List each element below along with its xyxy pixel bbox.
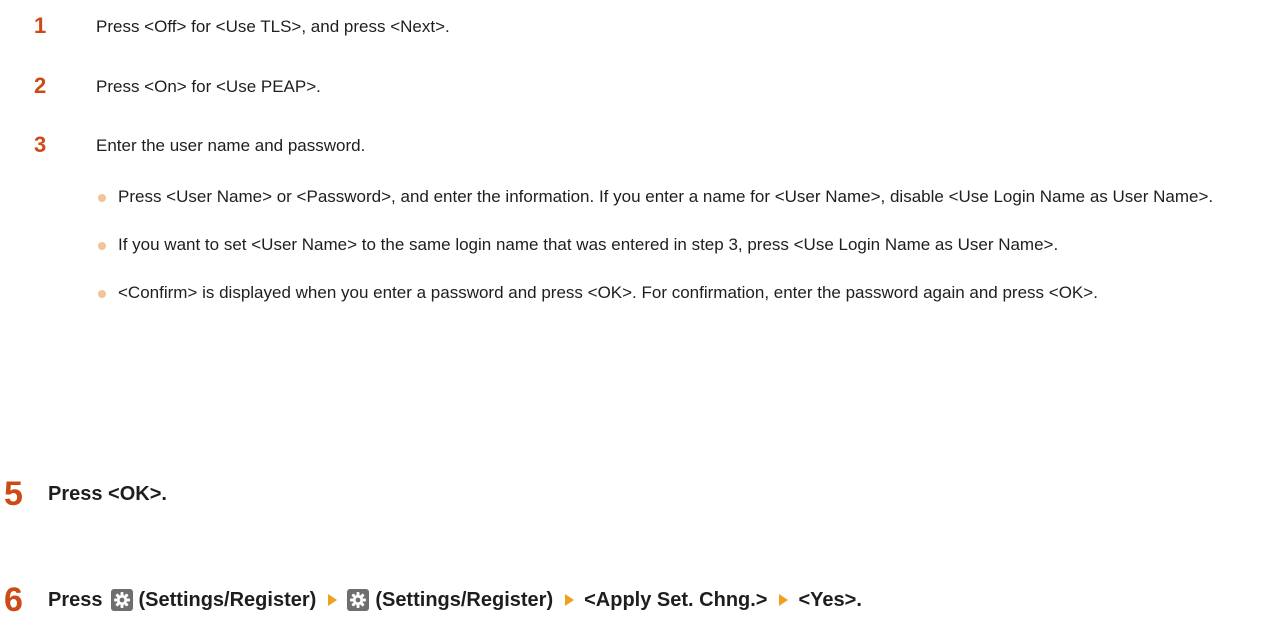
bullet-icon — [98, 290, 106, 298]
list-item: <Confirm> is displayed when you enter a … — [96, 277, 1276, 309]
bullet-icon — [98, 242, 106, 250]
settings-register-label: (Settings/Register) — [138, 589, 317, 611]
substep-text: Press <Off> for <Use TLS>, and press <Ne… — [96, 17, 450, 36]
step-number: 5 — [4, 475, 23, 513]
list-item-text: Press <User Name> or <Password>, and ent… — [118, 187, 1214, 206]
step-heading: Press (Settings/Register) (Settings/Regi… — [48, 584, 862, 616]
list-item-text: <Confirm> is displayed when you enter a … — [118, 283, 1098, 302]
arrow-right-icon — [565, 594, 575, 606]
list-item-text: If you want to set <User Name> to the sa… — [118, 235, 1059, 254]
settings-register-icon — [110, 589, 133, 611]
step-heading: Press <OK>. — [48, 483, 167, 505]
step-number: 6 — [4, 581, 23, 619]
substep-text: Press <On> for <Use PEAP>. — [96, 77, 321, 96]
substep-number: 1 — [34, 13, 47, 38]
arrow-right-icon — [328, 594, 338, 606]
list-item: If you want to set <User Name> to the sa… — [96, 229, 1276, 261]
press-text: Press — [48, 589, 103, 611]
arrow-right-icon — [779, 594, 789, 606]
yes-label: <Yes>. — [798, 589, 862, 611]
apply-setting-changes-label: <Apply Set. Chng.> — [584, 589, 768, 611]
list-item: Press <User Name> or <Password>, and ent… — [96, 181, 1276, 213]
settings-register-label: (Settings/Register) — [375, 589, 554, 611]
substep-text: Enter the user name and password. — [96, 136, 366, 155]
substep-number: 3 — [34, 132, 47, 157]
bullet-list: Press <User Name> or <Password>, and ent… — [96, 181, 1276, 325]
bullet-icon — [98, 194, 106, 202]
step-6: 6 Press (Settings/Register) (Settings/Re… — [0, 580, 1287, 620]
substep-number: 2 — [34, 73, 47, 98]
settings-register-icon — [347, 589, 370, 611]
step-5: 5 Press <OK>. — [0, 474, 1287, 514]
